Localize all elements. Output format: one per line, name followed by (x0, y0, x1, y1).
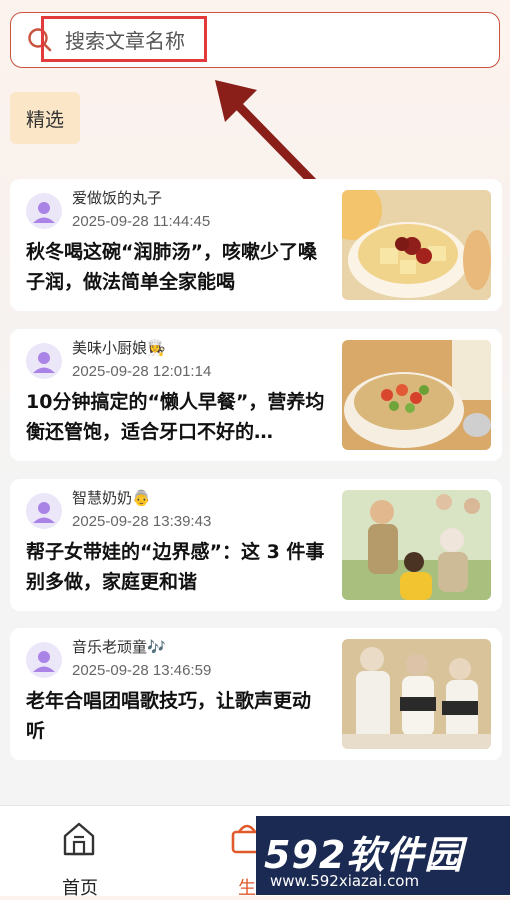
watermark-url: www.592xiazai.com (270, 872, 420, 890)
tab-featured[interactable]: 精选 (10, 92, 80, 144)
article-time: 2025-09-28 13:46:59 (72, 662, 212, 679)
article-card[interactable]: 智慧奶奶👵 2025-09-28 13:39:43 帮子女带娃的“边界感”：这 … (10, 479, 502, 611)
article-card[interactable]: 音乐老顽童🎶 2025-09-28 13:46:59 老年合唱团唱歌技巧，让歌声… (10, 628, 502, 760)
article-author: 美味小厨娘👩‍🍳 (72, 339, 166, 357)
watermark-logo-text: 592软件园 (264, 833, 464, 877)
article-title[interactable]: 老年合唱团唱歌技巧，让歌声更动听 (26, 686, 326, 746)
avatar (26, 343, 62, 379)
article-author: 智慧奶奶👵 (72, 489, 151, 507)
article-time: 2025-09-28 13:39:43 (72, 513, 212, 530)
article-time: 2025-09-28 12:01:14 (72, 363, 212, 380)
article-title[interactable]: 帮子女带娃的“边界感”：这 3 件事别多做，家庭更和谐 (26, 537, 326, 597)
article-card[interactable]: 爱做饭的丸子 2025-09-28 11:44:45 秋冬喝这碗“润肺汤”，咳嗽… (10, 179, 502, 311)
avatar (26, 493, 62, 529)
search-icon (28, 28, 52, 52)
article-title[interactable]: 10分钟搞定的“懒人早餐”，营养均衡还管饱，适合牙口不好的… (26, 387, 326, 447)
avatar (26, 193, 62, 229)
nav-life-label[interactable]: 生 (238, 874, 256, 900)
pear-soup-image (342, 190, 491, 300)
family-image (342, 490, 491, 600)
search-input[interactable] (63, 25, 367, 57)
article-author: 爱做饭的丸子 (72, 189, 163, 207)
search-bar[interactable] (10, 12, 500, 68)
nav-home-label[interactable]: 首页 (62, 874, 98, 900)
article-title[interactable]: 秋冬喝这碗“润肺汤”，咳嗽少了嗓子润，做法简单全家能喝 (26, 237, 326, 297)
oatmeal-image (342, 340, 491, 450)
home-icon[interactable] (61, 820, 97, 858)
choir-image (342, 639, 491, 749)
tab-featured-label: 精选 (25, 108, 64, 131)
avatar (26, 642, 62, 678)
article-card[interactable]: 美味小厨娘👩‍🍳 2025-09-28 12:01:14 10分钟搞定的“懒人早… (10, 329, 502, 461)
article-time: 2025-09-28 11:44:45 (72, 213, 211, 230)
watermark-logo: 592软件园 www.592xiazai.com (256, 816, 510, 895)
article-author: 音乐老顽童🎶 (72, 638, 166, 656)
